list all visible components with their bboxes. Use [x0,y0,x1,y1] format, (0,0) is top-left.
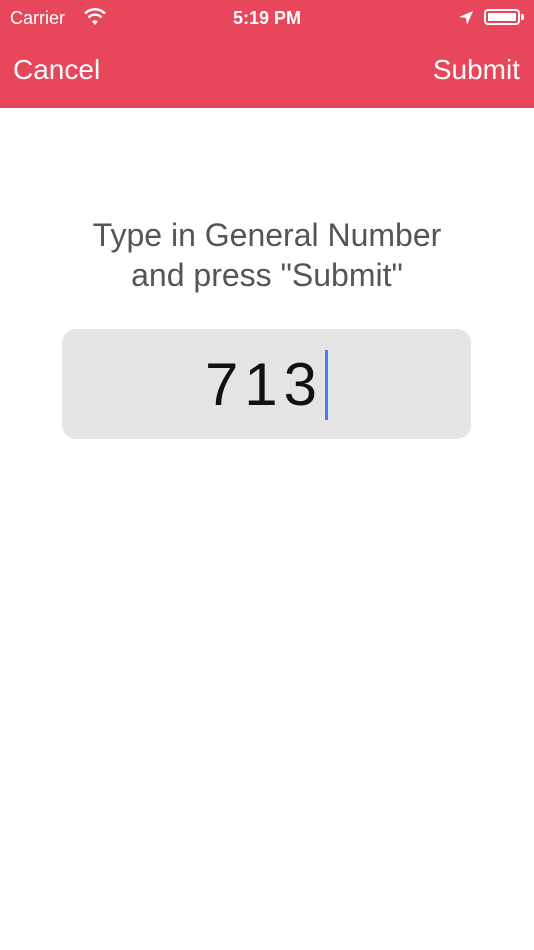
submit-button[interactable]: Submit [433,54,520,86]
status-bar: Carrier 5:19 PM [0,0,534,38]
instruction-line-1: Type in General Number [92,217,442,253]
navigation-bar: Carrier 5:19 PM Cancel Submit [0,0,534,108]
battery-icon [484,9,520,25]
battery-tip [521,14,524,20]
location-arrow-icon [459,11,473,25]
general-number-input[interactable]: 713 [62,329,471,439]
instruction-line-2: and press "Submit" [131,257,403,293]
instruction-text: Type in General Number and press "Submit… [0,215,534,295]
cancel-button[interactable]: Cancel [13,54,100,86]
number-value: 713 [204,351,324,418]
status-time: 5:19 PM [232,8,302,28]
number-field[interactable]: 713 [62,350,471,421]
text-caret [325,350,329,421]
